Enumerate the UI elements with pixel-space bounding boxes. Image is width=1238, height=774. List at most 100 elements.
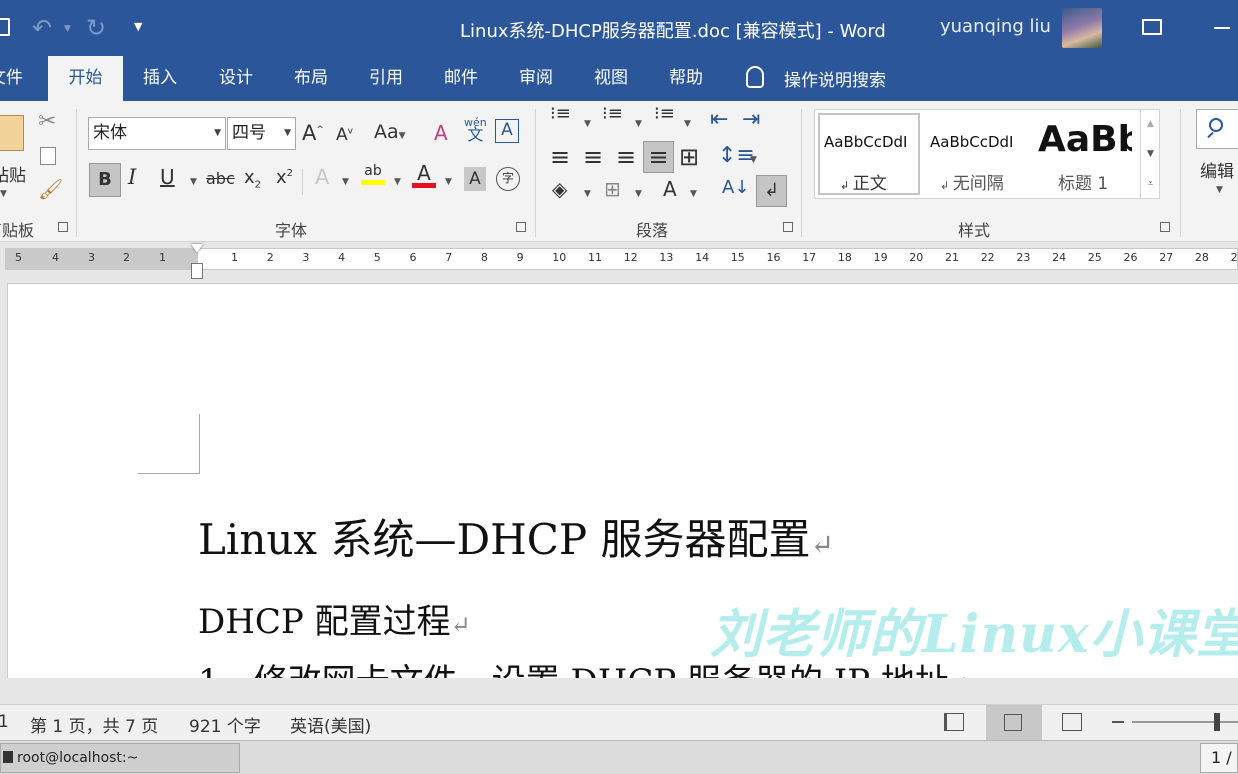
tab-review[interactable]: 审阅	[505, 56, 567, 101]
align-right-icon[interactable]: ≡	[616, 143, 636, 171]
align-center-icon[interactable]: ≡	[583, 143, 603, 171]
terminal-task[interactable]: root@localhost:~	[0, 743, 240, 773]
distributed-icon[interactable]: ⊞	[679, 143, 699, 171]
tab-insert[interactable]: 插入	[130, 56, 190, 101]
shading-icon[interactable]: ◈	[552, 177, 567, 201]
font-color-dropdown-icon[interactable]: ▼	[445, 177, 452, 187]
increase-indent-icon[interactable]: ⇥	[742, 107, 760, 132]
word-count[interactable]: 921 个字	[189, 712, 261, 737]
minimize-icon[interactable]	[1214, 27, 1230, 29]
strikethrough-button[interactable]: abc	[206, 169, 235, 188]
editing-button[interactable]: 编辑	[1200, 157, 1234, 182]
bullets-dropdown-icon[interactable]: ▼	[584, 119, 591, 129]
borders-dropdown-icon[interactable]: ▼	[635, 189, 642, 199]
zoom-slider[interactable]	[1132, 721, 1238, 723]
show-hide-marks-icon[interactable]: ↲	[756, 175, 787, 207]
tab-file[interactable]: 文件	[0, 56, 28, 101]
document-heading[interactable]: DHCP 配置过程↵	[198, 594, 471, 643]
enclose-characters-icon[interactable]: 字	[496, 167, 520, 191]
underline-button[interactable]: U	[160, 165, 175, 189]
sort-icon[interactable]: A↓	[722, 177, 749, 198]
avatar[interactable]	[1062, 8, 1102, 48]
style-heading-1[interactable]: AaBb 标题 1	[1032, 113, 1132, 195]
paste-dropdown-icon[interactable]: ▼	[0, 189, 7, 199]
align-left-icon[interactable]: ≡	[550, 143, 570, 171]
numbering-dropdown-icon[interactable]: ▼	[635, 119, 642, 129]
superscript-button[interactable]: x2	[276, 167, 293, 188]
styles-scroll-up-icon[interactable]: ▲	[1140, 109, 1160, 139]
text-effects-icon[interactable]: A	[315, 165, 329, 189]
italic-button[interactable]: I	[128, 165, 136, 189]
tab-mailings[interactable]: 邮件	[430, 56, 492, 101]
zoom-out-icon[interactable]	[1112, 721, 1124, 723]
paste-icon[interactable]	[0, 115, 24, 151]
font-launcher-icon[interactable]	[516, 222, 526, 232]
ribbon-display-options-icon[interactable]	[1142, 19, 1162, 35]
print-layout-icon[interactable]	[986, 705, 1042, 740]
workspace-indicator[interactable]: 1 /	[1200, 743, 1238, 773]
tell-me-search[interactable]: 操作说明搜索	[784, 66, 886, 91]
font-size-combo[interactable]: 四号 ▼	[227, 117, 296, 150]
tab-view[interactable]: 视图	[580, 56, 642, 101]
change-case-button[interactable]: Aa▼	[374, 121, 406, 143]
highlight-icon[interactable]: ab	[361, 163, 385, 185]
chinese-layout-icon[interactable]: A	[663, 177, 677, 201]
borders-icon[interactable]: ⊞	[604, 177, 621, 201]
clipboard-launcher-icon[interactable]	[58, 222, 68, 232]
search-icon[interactable]	[1196, 109, 1238, 149]
undo-dropdown-icon[interactable]: ▼	[64, 24, 71, 34]
clear-formatting-icon[interactable]: A	[434, 121, 448, 145]
hanging-indent-marker[interactable]	[191, 263, 203, 279]
font-name-combo[interactable]: 宋体 ▼	[88, 117, 226, 150]
bullets-icon[interactable]: ⁝≡	[550, 105, 571, 123]
style-normal[interactable]: AaBbCcDdI ↲ 正文	[818, 113, 920, 195]
paragraph-launcher-icon[interactable]	[783, 222, 793, 232]
redo-icon[interactable]: ↻	[86, 14, 106, 42]
page-count[interactable]: 第 1 页，共 7 页	[30, 712, 158, 737]
read-mode-icon[interactable]	[944, 713, 964, 731]
multilevel-list-icon[interactable]: ⁝≡	[654, 105, 675, 123]
underline-dropdown-icon[interactable]: ▼	[190, 177, 197, 187]
styles-launcher-icon[interactable]	[1160, 222, 1170, 232]
customize-quick-access-icon[interactable]: ▼	[134, 20, 142, 33]
justify-icon[interactable]: ≡	[643, 141, 674, 173]
user-name[interactable]: yuanqing liu	[940, 16, 1051, 37]
character-border-icon[interactable]: A	[495, 119, 519, 143]
font-color-icon[interactable]: A	[412, 161, 436, 188]
shading-dropdown-icon[interactable]: ▼	[584, 189, 591, 199]
grow-font-icon[interactable]: A^	[302, 121, 324, 145]
tab-references[interactable]: 引用	[355, 56, 417, 101]
multilevel-list-dropdown-icon[interactable]: ▼	[684, 119, 691, 129]
subscript-button[interactable]: x2	[244, 167, 261, 191]
decrease-indent-icon[interactable]: ⇤	[710, 107, 728, 132]
numbering-icon[interactable]: ⁝≡	[602, 105, 623, 123]
save-icon[interactable]	[0, 18, 10, 36]
first-line-indent-marker[interactable]	[191, 244, 203, 253]
text-effects-dropdown-icon[interactable]: ▼	[342, 177, 349, 187]
cut-icon[interactable]: ✂	[38, 109, 56, 134]
document-title[interactable]: Linux 系统—DHCP 服务器配置↵	[198, 506, 834, 567]
zoom-slider-thumb[interactable]	[1214, 713, 1220, 731]
character-shading-icon[interactable]: A	[464, 167, 486, 191]
paste-button[interactable]: 粘贴	[0, 161, 26, 186]
styles-scroll-down-icon[interactable]: ▼	[1140, 139, 1160, 169]
phonetic-guide-button[interactable]: wén 文	[464, 117, 487, 143]
web-layout-icon[interactable]	[1062, 713, 1082, 731]
styles-more-icon[interactable]: ⩡	[1140, 169, 1160, 199]
copy-icon[interactable]	[40, 147, 56, 165]
editing-dropdown-icon[interactable]: ▼	[1216, 185, 1223, 195]
chevron-down-icon[interactable]: ▼	[284, 118, 291, 149]
undo-icon[interactable]: ↶	[32, 14, 52, 42]
tab-layout[interactable]: 布局	[280, 56, 342, 101]
format-painter-icon[interactable]: 🖌	[38, 177, 63, 201]
chinese-layout-dropdown-icon[interactable]: ▼	[690, 189, 697, 199]
chevron-down-icon[interactable]: ▼	[214, 118, 221, 149]
shrink-font-icon[interactable]: Av	[336, 125, 353, 145]
section-indicator[interactable]: 1	[0, 712, 9, 732]
style-no-spacing[interactable]: AaBbCcDdI ↲ 无间隔	[924, 113, 1028, 195]
tab-help[interactable]: 帮助	[655, 56, 717, 101]
highlight-dropdown-icon[interactable]: ▼	[394, 177, 401, 187]
ruler-strip[interactable]: 5 4 3 2 1 1 2 3 4 5 6 7 8 9 10 11 12 13 14 15 16 17 18 19 2…	[5, 248, 1238, 270]
language-indicator[interactable]: 英语(美国)	[290, 712, 371, 737]
tab-design[interactable]: 设计	[205, 56, 267, 101]
